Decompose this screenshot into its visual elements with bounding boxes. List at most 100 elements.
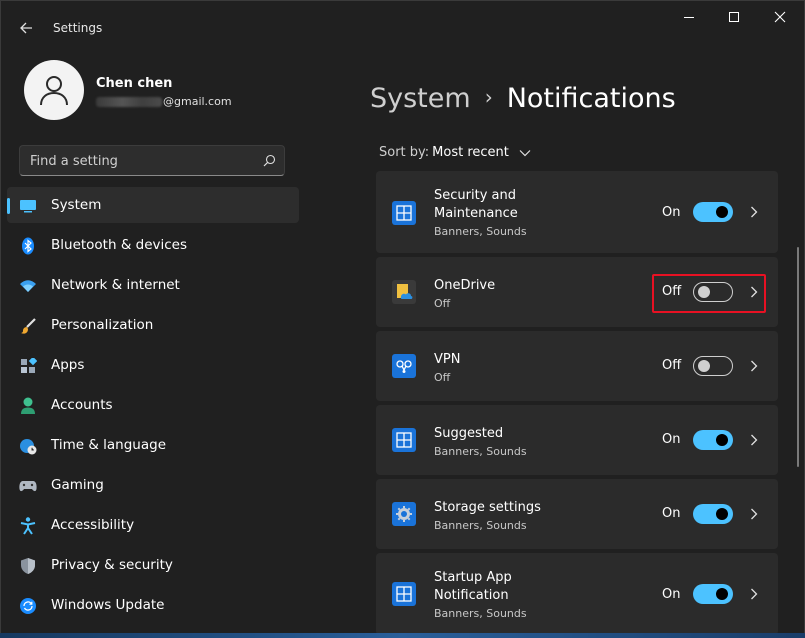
notification-title: OneDrive [434, 278, 496, 293]
minimize-icon [684, 17, 694, 18]
apps-icon [19, 357, 37, 375]
breadcrumb-separator: › [484, 85, 493, 109]
close-button[interactable] [760, 11, 800, 31]
notification-title: Storage settings [434, 500, 541, 515]
bluetooth-icon [19, 237, 37, 255]
sidebar-item-apps[interactable]: Apps [7, 347, 299, 383]
search-input[interactable] [20, 146, 262, 177]
suggested-icon [392, 428, 416, 452]
sidebar-item-accounts[interactable]: Accounts [7, 387, 299, 423]
maximize-button[interactable] [714, 11, 754, 31]
chevron-right-icon [751, 206, 758, 218]
sidebar-item-system[interactable]: System [7, 187, 299, 223]
sidebar-item-accessibility[interactable]: Accessibility [7, 507, 299, 543]
gamepad-icon [19, 477, 37, 495]
brush-icon [19, 317, 37, 335]
sidebar-item-time-language[interactable]: Time & language [7, 427, 299, 463]
maximize-icon [729, 12, 739, 22]
email-suffix: @gmail.com [163, 95, 232, 108]
toggle-knob [716, 508, 728, 520]
email-redaction [96, 97, 162, 107]
sidebar-item-windows-update[interactable]: Windows Update [7, 587, 299, 623]
notification-toggle[interactable] [693, 202, 733, 222]
sidebar-item-privacy-security[interactable]: Privacy & security [7, 547, 299, 583]
toggle-state-label: On [662, 506, 681, 521]
toggle-knob [716, 434, 728, 446]
notification-title: Startup App Notification [434, 570, 512, 603]
notification-row-startup-app[interactable]: Startup App Notification Banners, Sounds… [376, 553, 778, 635]
notification-toggle[interactable] [693, 504, 733, 524]
globe-clock-icon [19, 437, 37, 455]
sidebar-item-gaming[interactable]: Gaming [7, 467, 299, 503]
sidebar-item-network[interactable]: Network & internet [7, 267, 299, 303]
startup-app-icon [392, 582, 416, 606]
chevron-right-icon [751, 588, 758, 600]
sidebar-item-bluetooth[interactable]: Bluetooth & devices [7, 227, 299, 263]
app-title: Settings [53, 21, 103, 35]
notification-toggle[interactable] [693, 282, 733, 302]
person-icon [40, 76, 68, 106]
notification-title: Security and Maintenance [434, 188, 518, 221]
minimize-button[interactable] [669, 11, 709, 31]
sort-dropdown[interactable]: Sort by: Most recent [379, 145, 531, 160]
sidebar-item-label: Network & internet [51, 277, 180, 293]
toggle-knob [716, 206, 728, 218]
sort-value: Most recent [432, 145, 509, 160]
toggle-state-label: On [662, 205, 681, 220]
toggle-knob [698, 360, 710, 372]
sidebar-item-label: Windows Update [51, 597, 165, 613]
close-icon [774, 11, 786, 23]
chevron-down-icon [519, 149, 531, 156]
page-title: Notifications [506, 83, 676, 114]
onedrive-icon [392, 280, 416, 304]
sidebar-item-label: Gaming [51, 477, 104, 493]
toggle-knob [716, 588, 728, 600]
avatar[interactable] [24, 60, 84, 120]
back-arrow-icon [20, 22, 32, 34]
notification-subtitle: Banners, Sounds [434, 445, 527, 458]
search-icon[interactable] [263, 154, 276, 167]
notification-row-vpn[interactable]: VPN Off Off [376, 331, 778, 401]
toggle-state-label: Off [662, 284, 682, 299]
breadcrumb-parent[interactable]: System [370, 83, 471, 114]
sort-label: Sort by: [379, 145, 430, 160]
back-button[interactable] [17, 18, 37, 38]
sidebar-item-personalization[interactable]: Personalization [7, 307, 299, 343]
notification-toggle[interactable] [693, 584, 733, 604]
notification-row-security-maintenance[interactable]: Security and Maintenance Banners, Sounds… [376, 171, 778, 253]
chevron-right-icon [751, 434, 758, 446]
chevron-right-icon [751, 508, 758, 520]
notification-row-suggested[interactable]: Suggested Banners, Sounds On [376, 405, 778, 475]
system-icon [19, 197, 37, 215]
sidebar-item-label: Accessibility [51, 517, 135, 533]
shield-icon [19, 557, 37, 575]
toggle-state-label: On [662, 432, 681, 447]
person-icon [19, 397, 37, 415]
sidebar-item-label: Privacy & security [51, 557, 173, 573]
vpn-icon [392, 354, 416, 378]
desktop-background-strip [0, 633, 805, 638]
notification-subtitle: Banners, Sounds [434, 607, 527, 620]
notification-toggle[interactable] [693, 356, 733, 376]
search-box[interactable] [19, 145, 285, 177]
notification-subtitle: Off [434, 297, 451, 310]
sidebar-item-label: Personalization [51, 317, 154, 333]
notification-row-storage-settings[interactable]: Storage settings Banners, Sounds On [376, 479, 778, 549]
notification-title: Suggested [434, 426, 504, 441]
notification-subtitle: Banners, Sounds [434, 519, 527, 532]
update-icon [19, 597, 37, 615]
breadcrumb: System › Notifications [370, 83, 676, 114]
user-email: @gmail.com [96, 95, 232, 108]
chevron-right-icon [751, 360, 758, 372]
notification-row-onedrive[interactable]: OneDrive Off Off [376, 257, 778, 327]
sidebar-item-label: Accounts [51, 397, 113, 413]
notification-list: Security and Maintenance Banners, Sounds… [376, 171, 778, 637]
security-maintenance-icon [392, 201, 416, 225]
wifi-icon [19, 277, 37, 295]
toggle-state-label: On [662, 587, 681, 602]
settings-window: Settings Chen chen @gmail.com System [0, 0, 805, 638]
notification-toggle[interactable] [693, 430, 733, 450]
sidebar-nav: System Bluetooth & devices Network & int… [7, 187, 299, 627]
scrollbar[interactable] [797, 247, 799, 467]
user-name: Chen chen [96, 76, 173, 91]
